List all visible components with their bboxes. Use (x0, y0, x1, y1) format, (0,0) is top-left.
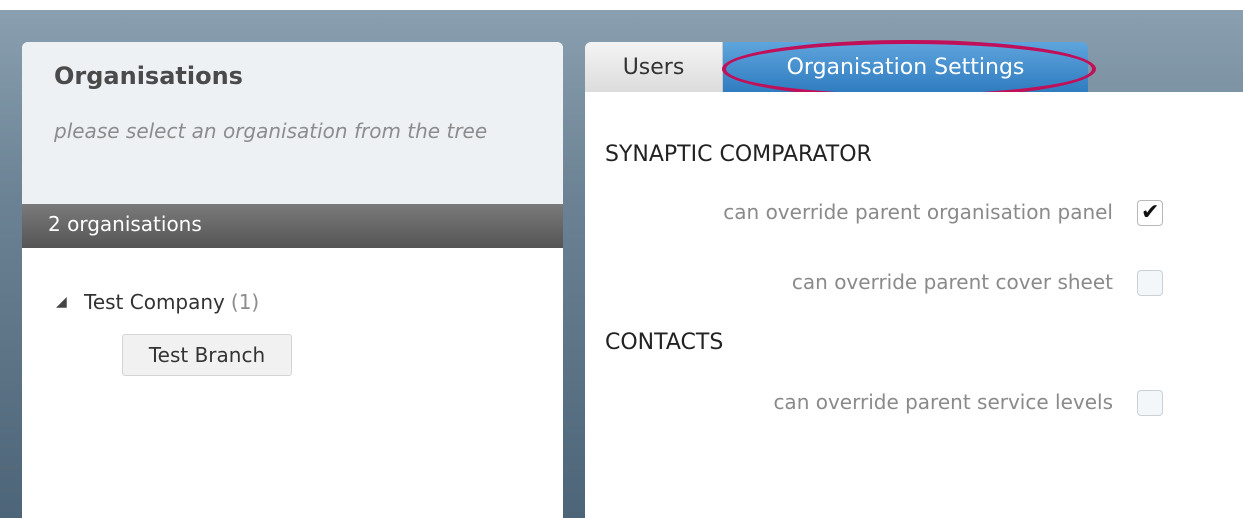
organisations-panel: Organisations please select an organisat… (22, 42, 563, 518)
organisation-settings-panel: SYNAPTIC COMPARATOR can override parent … (585, 92, 1243, 518)
panel-subtitle: please select an organisation from the t… (54, 119, 488, 143)
highlight-annotation (722, 40, 1096, 98)
setting-label-service-levels: can override parent service levels (773, 390, 1113, 414)
organisation-count-bar: 2 organisations (22, 204, 563, 248)
tree-node-test-company[interactable]: ◢ Test Company (1) (56, 288, 259, 316)
panel-title: Organisations (54, 62, 243, 90)
section-title-synaptic-comparator: SYNAPTIC COMPARATOR (605, 142, 872, 167)
tree-node-label: Test Company (84, 290, 225, 314)
tree-node-test-branch[interactable]: Test Branch (122, 334, 292, 376)
setting-label-organisation-panel: can override parent organisation panel (723, 200, 1113, 224)
tab-users[interactable]: Users (585, 42, 723, 92)
checkmark-icon: ✔ (1141, 200, 1160, 225)
checkbox-override-organisation-panel[interactable]: ✔ (1137, 200, 1163, 226)
organisation-count: 2 organisations (48, 212, 202, 236)
checkbox-override-service-levels[interactable] (1137, 390, 1163, 416)
top-strip (0, 0, 1243, 10)
section-title-contacts: CONTACTS (605, 330, 724, 355)
checkbox-override-cover-sheet[interactable] (1137, 270, 1163, 296)
triangle-down-icon[interactable]: ◢ (56, 294, 84, 310)
organisations-header: Organisations please select an organisat… (22, 42, 563, 204)
setting-label-cover-sheet: can override parent cover sheet (791, 270, 1113, 294)
tree-node-count: (1) (230, 290, 260, 314)
